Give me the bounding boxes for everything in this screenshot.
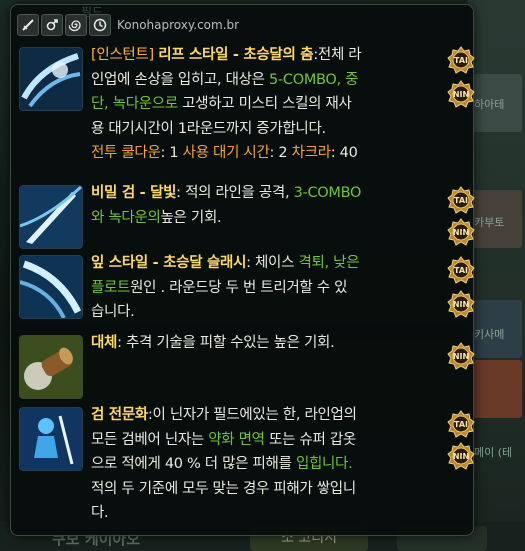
log-substitution-icon[interactable] (19, 335, 83, 399)
skill-description-line: 와 녹다운의높은 기회. (91, 206, 451, 231)
male-icon (41, 14, 63, 36)
stat-label: 차크라 (291, 145, 331, 161)
skill-name: 리프 스타일 - 초승달의 춤 (158, 47, 314, 63)
description-text: : 체이스 (246, 255, 299, 271)
tai-badge-icon: TAI (447, 410, 475, 438)
description-text: : 40 (330, 145, 358, 161)
skill-name: 검 전문화 (91, 407, 148, 423)
slash-wave-icon[interactable] (19, 255, 83, 319)
skill-description: 잎 스타일 - 초승달 슬래시: 체이스 격퇴, 낮은 플로트원인 . 라운드당 … (91, 251, 451, 325)
skill-tooltip: 필드 Konohaproxy.com.br [인스턴트] 리프 스타일 - 초승… (10, 4, 474, 536)
skill-name: 대체 (91, 335, 118, 351)
skill-description-line: 적의 두 기준에 모두 맞는 경우 피해가 쌓입니 (91, 477, 451, 502)
skill-description-line: 단, 녹다운으로 고생하고 미스티 스킬의 재사 (91, 92, 451, 117)
skill-description: 대체: 추격 기술을 피할 수있는 높은 기회. (91, 331, 451, 356)
stat-label: 사용 대기 시간 (182, 145, 270, 161)
description-text: 높은 기회. (160, 209, 222, 226)
clock-icon (89, 14, 111, 36)
description-text: 용 대기시간이 1라운드까지 증가합니다. (91, 120, 326, 137)
description-text: 다. (91, 505, 109, 521)
description-text: : 1 (160, 145, 183, 161)
description-text: 고생하고 미스티 스킬의 재사 (177, 96, 352, 112)
effect-keyword: 플로트 (91, 279, 131, 296)
roster-label: 하아테 (474, 98, 505, 111)
description-text: [인스턴트] (91, 47, 159, 63)
skill-description: [인스턴트] 리프 스타일 - 초승달의 춤:전체 라 인업에 손상을 입히고, … (91, 43, 451, 166)
nin-badge-icon: NIN (447, 290, 475, 318)
roster-label: 메이 (테 (474, 446, 513, 459)
sword-mastery-icon[interactable] (19, 407, 83, 471)
stat-label: 전투 쿨다운 (91, 145, 161, 161)
skill-description-line: 인업에 손상을 입히고, 대상은 5-COMBO, 중 (91, 68, 451, 93)
blade-icon[interactable] (19, 185, 83, 249)
description-text: 으로 적에게 40 % 더 많은 피해를 (91, 456, 296, 472)
svg-text:TAI: TAI (454, 420, 468, 429)
nin-badge-icon: NIN (447, 342, 475, 370)
skill-description-line: 비밀 검 - 달빛: 적의 라인을 공격, 3-COMBO (91, 181, 451, 206)
nin-badge-icon: NIN (447, 80, 475, 108)
skill-description-line: 습니다. (91, 300, 451, 325)
roster-label: 키사메 (474, 328, 505, 341)
skill-description-line: 으로 적에게 40 % 더 많은 피해를 입힙니다. (91, 452, 451, 477)
skill-description-line: 대체: 추격 기술을 피할 수있는 높은 기회. (91, 331, 451, 356)
sword-icon (17, 14, 39, 36)
description-text: :전체 라 (313, 47, 362, 63)
skill-description-line: 다. (91, 501, 451, 526)
svg-text:NIN: NIN (453, 452, 469, 461)
effect-keyword: 5-COMBO, 중 (269, 71, 359, 88)
description-text: 원인 . 라운드당 두 번 트리거할 수 있 (130, 279, 348, 296)
skill-name: 비밀 검 - 달빛 (91, 185, 177, 201)
effect-keyword: 와 녹다운의 (91, 209, 161, 226)
tai-badge-icon: TAI (447, 186, 475, 214)
svg-text:NIN: NIN (453, 300, 469, 309)
svg-text:NIN: NIN (453, 90, 469, 99)
description-text: : 추격 기술을 피할 수있는 높은 기회. (117, 335, 335, 351)
roster-portrait[interactable] (472, 360, 522, 418)
swirl-icon (65, 14, 87, 36)
skill-description-line: 잎 스타일 - 초승달 슬래시: 체이스 격퇴, 낮은 (91, 251, 451, 276)
skill-name: 잎 스타일 - 초승달 슬래시 (91, 255, 247, 271)
skill-description-line: 모든 검베어 닌자는 약화 면역 또는 슈퍼 갑옷 (91, 428, 451, 453)
svg-text:TAI: TAI (454, 196, 468, 205)
watermark-text: Konohaproxy.com.br (117, 18, 240, 32)
svg-text:TAI: TAI (454, 266, 468, 275)
skill-description-line: 전투 쿨다운: 1 사용 대기 시간: 2 차크라: 40 (91, 141, 451, 166)
effect-keyword: 3-COMBO (293, 185, 362, 201)
tai-badge-icon: TAI (447, 46, 475, 74)
description-text: : 적의 라인을 공격, (176, 185, 294, 201)
wave-strike-icon[interactable] (19, 47, 83, 111)
effect-keyword: 입힙니다. (295, 456, 353, 472)
description-text: 모든 검베어 닌자는 (91, 431, 209, 448)
nin-badge-icon: NIN (447, 218, 475, 246)
description-text: 습니다. (91, 304, 135, 320)
tai-badge-icon: TAI (447, 256, 475, 284)
skill-description-line: 검 전문화:이 닌자가 필드에있는 한, 라인업의 (91, 403, 451, 428)
skill-description-line: 플로트원인 . 라운드당 두 번 트리거할 수 있 (91, 276, 451, 301)
svg-text:TAI: TAI (454, 56, 468, 65)
skill-description-line: 용 대기시간이 1라운드까지 증가합니다. (91, 117, 451, 142)
effect-keyword: 약화 면역 (208, 431, 265, 448)
roster-label: 카부토 (474, 216, 505, 229)
description-text: 인업에 손상을 입히고, 대상은 (91, 71, 270, 88)
svg-text:NIN: NIN (453, 352, 469, 361)
skill-description-line: [인스턴트] 리프 스타일 - 초승달의 춤:전체 라 (91, 43, 451, 68)
effect-keyword: 단, 녹다운으로 (91, 96, 178, 112)
description-text: 적의 두 기준에 모두 맞는 경우 피해가 쌓입니 (91, 480, 356, 497)
effect-keyword: 격퇴, 낮은 (298, 255, 360, 271)
svg-text:NIN: NIN (453, 228, 469, 237)
description-text: : 2 (269, 145, 292, 161)
description-text: 또는 슈퍼 갑옷 (264, 431, 356, 448)
tooltip-topbar: Konohaproxy.com.br (17, 14, 239, 36)
skill-description: 검 전문화:이 닌자가 필드에있는 한, 라인업의 모든 검베어 닌자는 약화 면… (91, 403, 451, 526)
description-text: :이 닌자가 필드에있는 한, 라인업의 (147, 407, 357, 423)
skill-description: 비밀 검 - 달빛: 적의 라인을 공격, 3-COMBO 와 녹다운의높은 기회… (91, 181, 451, 230)
nin-badge-icon: NIN (447, 442, 475, 470)
